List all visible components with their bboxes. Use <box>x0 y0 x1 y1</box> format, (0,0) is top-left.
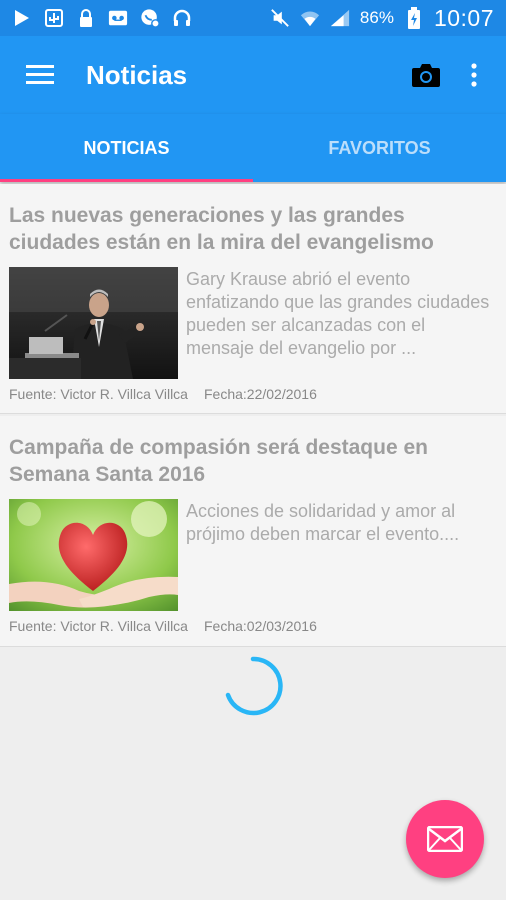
app-bar: Noticias <box>0 36 506 114</box>
lock-icon <box>76 8 96 28</box>
mail-icon <box>427 826 463 852</box>
news-source: Fuente: Victor R. Villca Villca <box>9 386 188 402</box>
hands-holding-heart-photo <box>9 499 178 611</box>
tab-noticias-label: NOTICIAS <box>83 137 170 158</box>
news-title: Campaña de compasión será destaque en Se… <box>9 436 428 486</box>
compose-message-fab[interactable] <box>406 800 484 878</box>
voicemail-icon <box>108 8 128 28</box>
news-meta: Fuente: Victor R. Villca Villca Fecha:22… <box>9 386 317 402</box>
tab-noticias[interactable]: NOTICIAS <box>0 114 253 182</box>
news-title: Las nuevas generaciones y las grandes ci… <box>9 204 434 254</box>
news-source: Fuente: Victor R. Villca Villca <box>9 618 188 634</box>
news-date: Fecha:02/03/2016 <box>203 618 317 634</box>
news-item[interactable]: Campaña de compasión será destaque en Se… <box>0 416 506 647</box>
clock: 10:07 <box>433 4 494 31</box>
news-description: Gary Krause abrió el evento enfatizando … <box>186 269 490 358</box>
speaker-at-podium-photo <box>9 267 178 379</box>
tab-favoritos-label: FAVORITOS <box>328 137 431 158</box>
news-description: Acciones de solidaridad y amor al prójim… <box>186 501 460 544</box>
news-item[interactable]: Las nuevas generaciones y las grandes ci… <box>0 184 506 414</box>
tab-favoritos[interactable]: FAVORITOS <box>253 114 506 182</box>
camera-icon <box>412 64 440 87</box>
signal-icon <box>330 8 350 28</box>
play-store-icon <box>12 8 32 28</box>
battery-charging-icon <box>404 7 424 29</box>
camera-button[interactable] <box>406 55 446 95</box>
battery-percent: 86% <box>359 8 394 27</box>
headset-icon <box>172 8 192 28</box>
news-date: Fecha:22/02/2016 <box>203 386 317 402</box>
menu-button[interactable] <box>20 55 60 95</box>
tab-bar: NOTICIAS FAVORITOS <box>0 114 506 182</box>
overflow-menu-button[interactable] <box>462 55 486 95</box>
app-title: Noticias <box>86 59 188 90</box>
usb-debug-icon <box>44 8 64 28</box>
more-vertical-icon <box>471 63 477 87</box>
tab-indicator <box>0 179 253 182</box>
mute-icon <box>270 8 290 28</box>
whatsapp-icon <box>140 8 160 28</box>
hamburger-menu-icon <box>26 65 54 84</box>
loading-spinner <box>222 655 284 717</box>
wifi-icon <box>300 8 320 28</box>
status-bar: 86% 10:07 <box>0 0 506 36</box>
news-meta: Fuente: Victor R. Villca Villca Fecha:02… <box>9 618 317 634</box>
